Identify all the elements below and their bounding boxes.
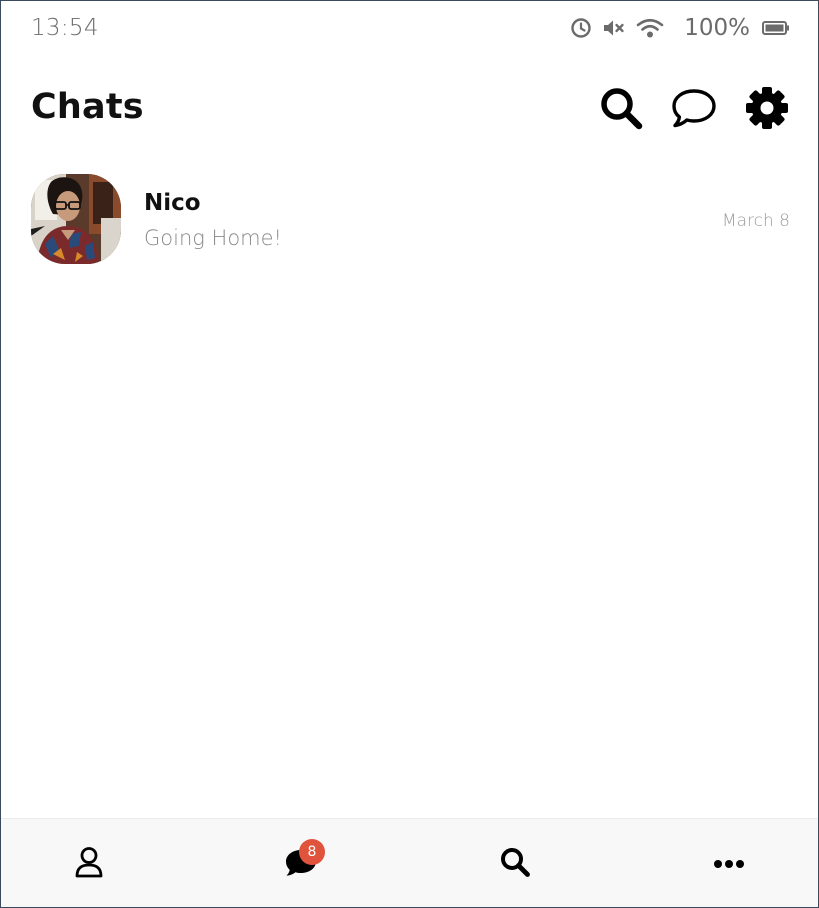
chat-date: March 8 [721, 211, 790, 231]
nav-chats[interactable]: 8 [271, 819, 331, 907]
search-icon [499, 846, 531, 882]
alarm-icon [570, 17, 592, 39]
new-chat-icon [671, 87, 717, 129]
chats-badge: 8 [299, 839, 325, 865]
settings-icon [744, 85, 790, 131]
nav-more[interactable] [699, 819, 759, 907]
nav-search[interactable] [485, 819, 545, 907]
status-time: 13:54 [31, 15, 99, 41]
new-chat-button[interactable] [671, 85, 717, 131]
chat-name: Nico [144, 190, 201, 216]
wifi-icon [636, 17, 664, 39]
battery-percent: 100% [684, 15, 750, 41]
more-icon [713, 854, 745, 873]
settings-button[interactable] [744, 85, 790, 131]
chat-list: Nico Going Home! March 8 [1, 166, 818, 276]
status-bar: 13:54 100% [1, 1, 818, 59]
bottom-nav: 8 [1, 818, 818, 907]
chat-item[interactable]: Nico Going Home! March 8 [1, 166, 818, 276]
status-icons: 100% [570, 15, 790, 41]
header: Chats [1, 71, 818, 151]
battery-icon [762, 20, 790, 36]
search-icon [598, 85, 644, 131]
nav-profile[interactable] [59, 819, 119, 907]
page-title: Chats [31, 87, 144, 127]
avatar [31, 174, 121, 264]
mute-icon [602, 17, 626, 39]
header-actions [598, 85, 790, 131]
chat-preview: Going Home! [144, 226, 282, 250]
search-button[interactable] [598, 85, 644, 131]
app-window: 13:54 100% Chats Nico Going Home! March … [0, 0, 819, 908]
profile-icon [74, 846, 104, 882]
